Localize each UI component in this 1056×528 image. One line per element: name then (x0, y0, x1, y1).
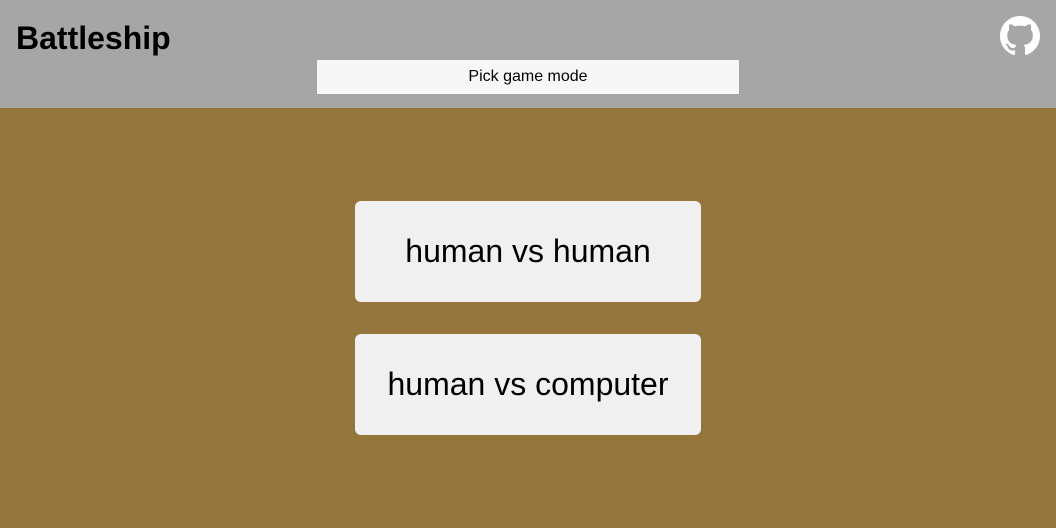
human-vs-human-button[interactable]: human vs human (355, 201, 701, 302)
github-icon (1000, 16, 1040, 56)
page-title: Battleship (16, 20, 171, 56)
game-status-message: Pick game mode (317, 60, 739, 94)
github-link[interactable] (1000, 16, 1040, 56)
app-root: Battleship Pick game mode human vs human… (0, 0, 1056, 528)
human-vs-computer-button[interactable]: human vs computer (355, 334, 701, 435)
header: Battleship Pick game mode (0, 0, 1056, 108)
